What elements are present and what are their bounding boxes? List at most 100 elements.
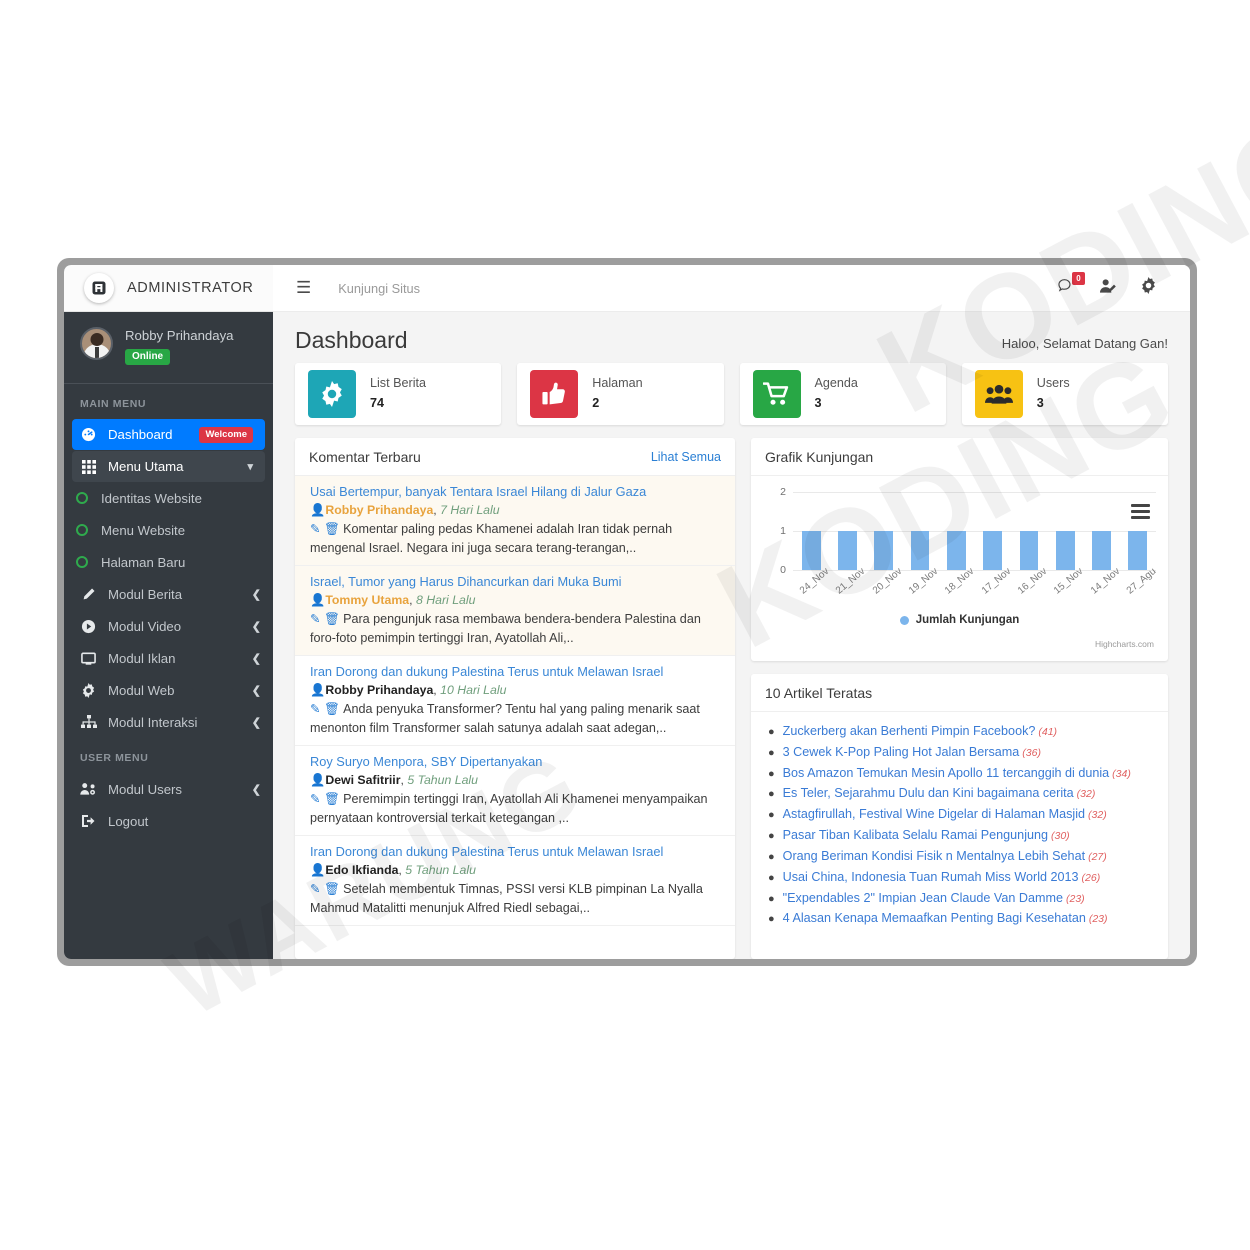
article-list-item[interactable]: ● "Expendables 2" Impian Jean Claude Van … (768, 888, 1154, 909)
sidebar-item-dashboard[interactable]: Dashboard Welcome (72, 419, 265, 450)
sidebar-item-menu-website[interactable]: Menu Website (64, 514, 273, 546)
article-title[interactable]: Astagfirullah, Festival Wine Digelar di … (783, 807, 1085, 821)
comments-icon[interactable]: 0 (1047, 271, 1088, 304)
trash-icon[interactable]: 🗑 (324, 792, 340, 806)
display-icon (80, 651, 97, 666)
edit-icon[interactable]: ✎ (310, 702, 321, 716)
view-all-link[interactable]: Lihat Semua (651, 450, 721, 464)
chart-bar[interactable] (1128, 531, 1148, 570)
chart-bar[interactable] (801, 531, 821, 570)
article-list-item[interactable]: ● Usai China, Indonesia Tuan Rumah Miss W… (768, 867, 1154, 888)
article-title[interactable]: Zuckerberg akan Berhenti Pimpin Facebook… (783, 724, 1036, 738)
logout-icon (80, 814, 97, 828)
article-view-count: (27) (1088, 850, 1107, 863)
article-list-item[interactable]: ● Zuckerberg akan Berhenti Pimpin Faceboo… (768, 721, 1154, 742)
stat-value: 74 (370, 396, 385, 410)
sidebar-item-modul-video[interactable]: Modul Video ❮ (64, 610, 273, 642)
chart-bar[interactable] (838, 531, 857, 570)
cart-icon (752, 370, 801, 418)
article-list-item[interactable]: ● Orang Beriman Kondisi Fisik n Mentalnya… (768, 846, 1154, 867)
pencil-icon (80, 587, 97, 602)
comment-title[interactable]: Israel, Tumor yang Harus Dihancurkan dar… (310, 573, 720, 590)
article-title[interactable]: Es Teler, Sejarahmu Dulu dan Kini bagaim… (783, 786, 1074, 800)
sidebar-user-panel[interactable]: Robby Prihandaya Online (64, 312, 273, 384)
edit-icon[interactable]: ✎ (310, 792, 321, 806)
sidebar-item-modul-users[interactable]: Modul Users ❮ (64, 773, 273, 805)
article-title[interactable]: Bos Amazon Temukan Mesin Apollo 11 terca… (783, 766, 1109, 780)
edit-icon[interactable]: ✎ (310, 612, 321, 626)
comment-title[interactable]: Iran Dorong dan dukung Palestina Terus u… (310, 843, 720, 860)
article-list-item[interactable]: ● 3 Cewek K-Pop Paling Hot Jalan Bersama(… (768, 742, 1154, 763)
chart-bar[interactable] (1055, 531, 1075, 570)
sidebar-item-halaman-baru[interactable]: Halaman Baru (64, 546, 273, 578)
sidebar-item-label: Modul Iklan (108, 650, 176, 666)
stat-value: 3 (814, 396, 822, 410)
avatar (80, 327, 113, 360)
sidebar-item-modul-web[interactable]: Modul Web ❮ (64, 674, 273, 706)
comment-time: 5 Tahun Lalu (405, 863, 476, 878)
users-cog-icon (80, 782, 97, 796)
article-list-item[interactable]: ● Pasar Tiban Kalibata Selalu Ramai Pengu… (768, 825, 1154, 846)
edit-icon[interactable]: ✎ (310, 522, 321, 536)
play-circle-icon (80, 619, 97, 634)
chart-bar[interactable] (1019, 531, 1039, 570)
sidebar-item-label: Menu Utama (108, 459, 184, 474)
sidebar-item-logout[interactable]: Logout (64, 805, 273, 837)
comment-item[interactable]: Usai Bertempur, banyak Tentara Israel Hi… (295, 476, 735, 566)
sidebar-item-identitas-website[interactable]: Identitas Website (64, 482, 273, 514)
comment-title[interactable]: Roy Suryo Menpora, SBY Dipertanyakan (310, 753, 720, 770)
article-title[interactable]: Orang Beriman Kondisi Fisik n Mentalnya … (783, 849, 1085, 863)
user-icon: 👤 (310, 593, 326, 608)
stat-card-agenda[interactable]: Agenda 3 (739, 363, 946, 425)
trash-icon[interactable]: 🗑 (324, 702, 340, 716)
chart-bar[interactable] (910, 531, 930, 570)
gear-icon (308, 370, 356, 418)
chart-bar[interactable] (1092, 531, 1111, 570)
chart-y-tick: 2 (780, 486, 786, 498)
comment-item[interactable]: Iran Dorong dan dukung Palestina Terus u… (295, 656, 735, 746)
sidebar-item-modul-iklan[interactable]: Modul Iklan ❮ (64, 642, 273, 674)
article-title[interactable]: "Expendables 2" Impian Jean Claude Van D… (783, 891, 1063, 905)
comment-item[interactable]: Roy Suryo Menpora, SBY Dipertanyakan 👤De… (295, 746, 735, 836)
chart-plot-area: 0 1 2 (780, 486, 1156, 576)
chart-bar[interactable] (983, 531, 1003, 570)
sidebar-item-label: Logout (108, 813, 149, 829)
articles-list: ● Zuckerberg akan Berhenti Pimpin Faceboo… (751, 712, 1168, 939)
comment-title[interactable]: Iran Dorong dan dukung Palestina Terus u… (310, 663, 720, 680)
article-title[interactable]: 3 Cewek K-Pop Paling Hot Jalan Bersama (783, 745, 1020, 759)
stat-card-halaman[interactable]: Halaman 2 (517, 363, 724, 425)
stat-card-users[interactable]: Users 3 (961, 363, 1168, 425)
article-title[interactable]: 4 Alasan Kenapa Memaafkan Penting Bagi K… (783, 911, 1086, 925)
article-title[interactable]: Usai China, Indonesia Tuan Rumah Miss Wo… (783, 870, 1079, 884)
trash-icon[interactable]: 🗑 (324, 882, 340, 896)
chart-bar[interactable] (874, 531, 894, 570)
brand-header[interactable]: ADMINISTRATOR (64, 265, 273, 312)
comments-panel: Komentar Terbaru Lihat Semua Usai Bertem… (295, 438, 735, 959)
article-title[interactable]: Pasar Tiban Kalibata Selalu Ramai Pengun… (783, 828, 1048, 842)
sidebar-item-label: Modul Berita (108, 586, 183, 602)
comment-item[interactable]: Israel, Tumor yang Harus Dihancurkan dar… (295, 565, 735, 656)
edit-icon[interactable]: ✎ (310, 882, 321, 896)
sidebar-item-modul-berita[interactable]: Modul Berita ❮ (64, 578, 273, 610)
comment-title[interactable]: Usai Bertempur, banyak Tentara Israel Hi… (310, 483, 720, 500)
article-list-item[interactable]: ● 4 Alasan Kenapa Memaafkan Penting Bagi … (768, 908, 1154, 929)
trash-icon[interactable]: 🗑 (324, 612, 340, 626)
trash-icon[interactable]: 🗑 (324, 522, 340, 536)
chart-bar[interactable] (946, 531, 966, 570)
article-list-item[interactable]: ● Es Teler, Sejarahmu Dulu dan Kini bagai… (768, 783, 1154, 804)
article-list-item[interactable]: ● Astagfirullah, Festival Wine Digelar di… (768, 804, 1154, 825)
gear-icon[interactable] (1129, 272, 1168, 304)
bullet-icon: ● (768, 830, 775, 843)
comment-item[interactable]: Iran Dorong dan dukung Palestina Terus u… (295, 836, 735, 926)
sidebar-item-label: Dashboard (108, 427, 173, 442)
chart-legend[interactable]: Jumlah Kunjungan (751, 614, 1168, 626)
visit-site-link[interactable]: Kunjungi Situs (338, 281, 420, 296)
chart-credit[interactable]: Highcharts.com (1095, 639, 1154, 649)
sidebar-item-modul-interaksi[interactable]: Modul Interaksi ❮ (64, 706, 273, 738)
sidebar-item-menu-utama[interactable]: Menu Utama ▾ (72, 451, 265, 482)
main-content: ☰ Kunjungi Situs 0 Dashboard Haloo, Sela… (273, 265, 1190, 959)
stat-card-list-berita[interactable]: List Berita 74 (295, 363, 502, 425)
hamburger-icon[interactable]: ☰ (289, 274, 318, 302)
article-list-item[interactable]: ● Bos Amazon Temukan Mesin Apollo 11 terc… (768, 763, 1154, 784)
user-edit-icon[interactable] (1088, 273, 1129, 304)
